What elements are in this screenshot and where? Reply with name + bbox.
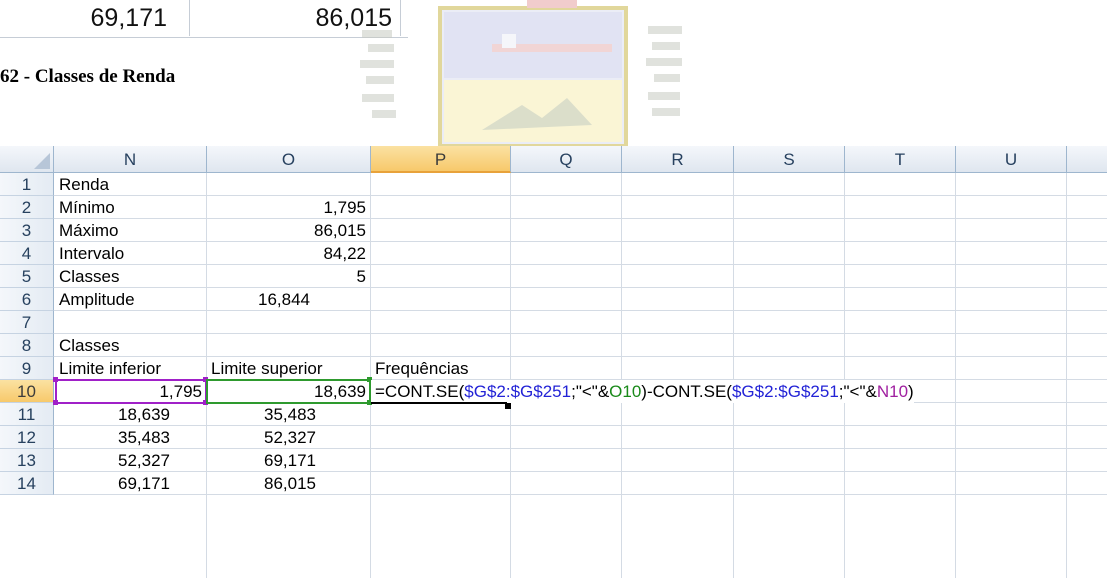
cell-n9[interactable]: Limite inferior [55, 357, 206, 380]
cell-o11[interactable]: 35,483 [207, 403, 370, 426]
emblem-watermark [360, 0, 682, 146]
cell-n13[interactable]: 52,327 [55, 449, 206, 472]
cell-p9[interactable]: Frequências [371, 357, 511, 380]
section-heading: 62 - Classes de Renda [0, 66, 176, 87]
column-header-q[interactable]: Q [511, 146, 622, 173]
cell-n6[interactable]: Amplitude [55, 288, 206, 311]
gridline [955, 173, 956, 578]
reference-box-n10 [55, 379, 207, 404]
cell-o14[interactable]: 86,015 [207, 472, 370, 495]
cell-n5[interactable]: Classes [55, 265, 206, 288]
cell-o12[interactable]: 52,327 [207, 426, 370, 449]
column-header-s[interactable]: S [734, 146, 845, 173]
column-header-p[interactable]: P [371, 146, 511, 173]
gridline [844, 173, 845, 578]
row-header-5[interactable]: 5 [0, 265, 54, 288]
reference-box-o10 [206, 379, 371, 404]
formula-cell-ref-o10: O10 [609, 382, 642, 401]
formula-part: )-CONT.SE( [641, 382, 732, 401]
select-all-button[interactable] [0, 146, 54, 173]
cell-o13[interactable]: 69,171 [207, 449, 370, 472]
cell-o2[interactable]: 1,795 [207, 196, 370, 219]
cell-n8[interactable]: Classes [55, 334, 206, 357]
active-cell-underline [371, 402, 507, 404]
cell-o5[interactable]: 5 [207, 265, 370, 288]
cell-o4[interactable]: 84,22 [207, 242, 370, 265]
row-header-13[interactable]: 13 [0, 449, 54, 472]
cell-n2[interactable]: Mínimo [55, 196, 206, 219]
gridline [54, 333, 1107, 334]
row-header-11[interactable]: 11 [0, 403, 54, 426]
fragment-divider [0, 37, 408, 38]
formula-range-ref: $G$2:$G$251 [731, 382, 839, 401]
formula-part: =CONT.SE( [375, 382, 465, 401]
row-header-10[interactable]: 10 [0, 380, 54, 403]
gridline [1066, 173, 1067, 578]
column-header-t[interactable]: T [845, 146, 956, 173]
row-header-12[interactable]: 12 [0, 426, 54, 449]
column-header-next[interactable] [1067, 146, 1107, 173]
formula-part: ;"<"& [838, 382, 877, 401]
row-header-9[interactable]: 9 [0, 357, 54, 380]
formula-part: ;"<"& [571, 382, 610, 401]
cell-n1[interactable]: Renda [55, 173, 206, 196]
row-header-2[interactable]: 2 [0, 196, 54, 219]
ref-handle [53, 400, 58, 405]
cell-n4[interactable]: Intervalo [55, 242, 206, 265]
cell-n12[interactable]: 35,483 [55, 426, 206, 449]
cell-n14[interactable]: 69,171 [55, 472, 206, 495]
ref-handle [53, 377, 58, 382]
fragment-value-1: 69,171 [0, 0, 190, 36]
cell-o9[interactable]: Limite superior [207, 357, 370, 380]
column-header-o[interactable]: O [207, 146, 371, 173]
row-header-7[interactable]: 7 [0, 311, 54, 334]
column-header-r[interactable]: R [622, 146, 734, 173]
row-header-1[interactable]: 1 [0, 173, 54, 196]
formula-edit-p10[interactable]: =CONT.SE($G$2:$G$251;"<"&O10)-CONT.SE($G… [371, 380, 914, 403]
gridline [733, 173, 734, 578]
formula-range-ref: $G$2:$G$251 [464, 382, 572, 401]
row-header-8[interactable]: 8 [0, 334, 54, 357]
cell-o3[interactable]: 86,015 [207, 219, 370, 242]
formula-part: ) [908, 382, 914, 401]
cell-o6[interactable]: 16,844 [207, 288, 370, 311]
spreadsheet-grid[interactable]: N O P Q R S T U 1 2 3 4 5 6 7 8 9 10 11 … [0, 146, 1107, 578]
row-header-4[interactable]: 4 [0, 242, 54, 265]
gridline [621, 173, 622, 578]
row-header-3[interactable]: 3 [0, 219, 54, 242]
cell-n11[interactable]: 18,639 [55, 403, 206, 426]
column-header-u[interactable]: U [956, 146, 1067, 173]
formula-cell-ref-n10: N10 [876, 382, 909, 401]
row-header-14[interactable]: 14 [0, 472, 54, 495]
cell-n3[interactable]: Máximo [55, 219, 206, 242]
row-header-6[interactable]: 6 [0, 288, 54, 311]
previous-table-fragment: 69,171 86,015 [0, 0, 408, 38]
column-header-n[interactable]: N [54, 146, 207, 173]
fill-handle[interactable] [505, 403, 511, 409]
